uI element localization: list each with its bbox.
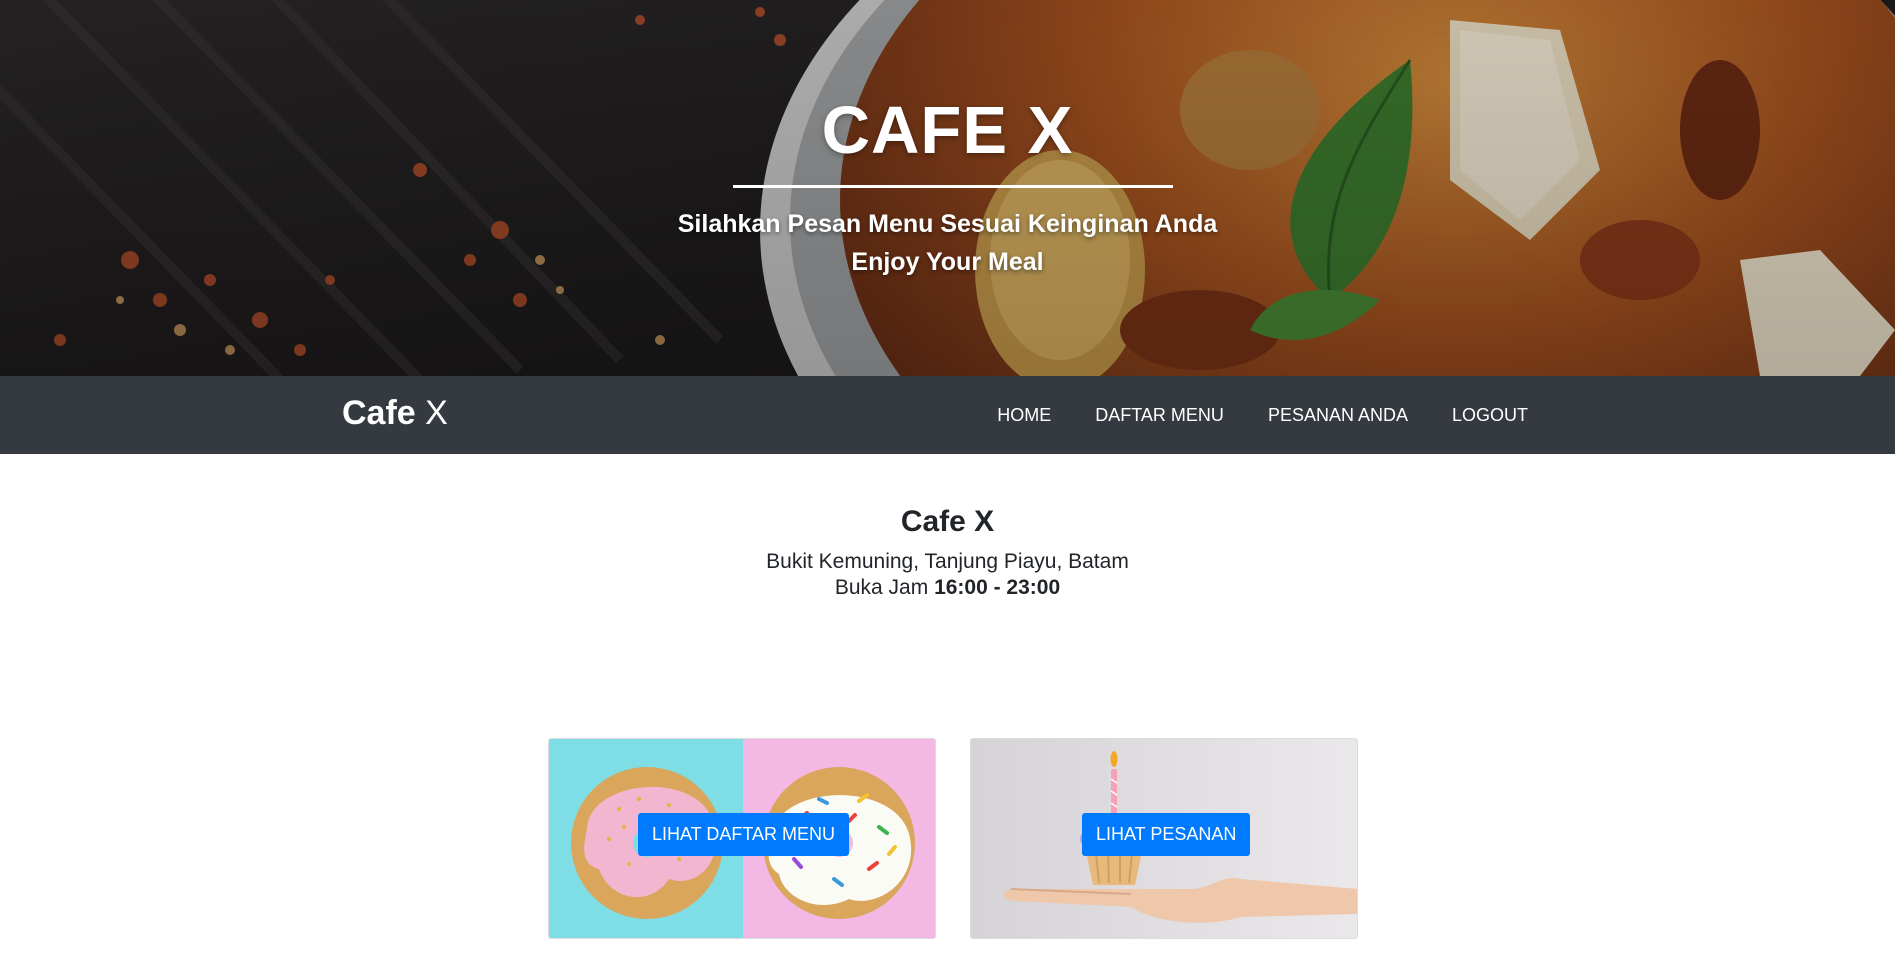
nav-links: HOME DAFTAR MENU PESANAN ANDA LOGOUT <box>997 376 1528 454</box>
hero-subtitle: Silahkan Pesan Menu Sesuai Keinginan And… <box>677 210 1218 238</box>
nav-link-daftar-menu[interactable]: DAFTAR MENU <box>1095 405 1224 426</box>
nav-link-pesanan-anda[interactable]: PESANAN ANDA <box>1268 405 1408 426</box>
cafe-address: Bukit Kemuning, Tanjung Piayu, Batam <box>766 550 1129 573</box>
navbar: Cafe X HOME DAFTAR MENU PESANAN ANDA LOG… <box>0 376 1895 454</box>
hero-food-photo <box>0 0 1895 376</box>
cafe-name: Cafe X <box>900 505 995 538</box>
hours-label: Buka Jam <box>834 576 929 599</box>
brand-name: Cafe <box>342 394 416 432</box>
view-orders-button[interactable]: LIHAT PESANAN <box>1082 813 1251 856</box>
hero-banner: CAFE X Silahkan Pesan Menu Sesuai Keingi… <box>0 0 1895 376</box>
nav-link-logout[interactable]: LOGOUT <box>1452 405 1528 426</box>
nav-link-home[interactable]: HOME <box>997 405 1051 426</box>
navbar-brand[interactable]: Cafe X <box>342 394 448 433</box>
cafe-hours: Buka Jam 16:00 - 23:00 <box>0 575 1895 601</box>
brand-suffix: X <box>425 394 448 432</box>
menu-card: LIHAT DAFTAR MENU <box>548 738 936 939</box>
hero-title: CAFE X <box>821 93 1074 168</box>
hero-divider <box>733 185 1173 188</box>
cafe-info: Cafe X Bukit Kemuning, Tanjung Piayu, Ba… <box>0 505 1895 601</box>
view-menu-button[interactable]: LIHAT DAFTAR MENU <box>638 813 850 856</box>
orders-card: LIHAT PESANAN <box>970 738 1358 939</box>
hours-value: 16:00 - 23:00 <box>934 576 1061 599</box>
hero-tagline: Enjoy Your Meal <box>851 248 1044 276</box>
